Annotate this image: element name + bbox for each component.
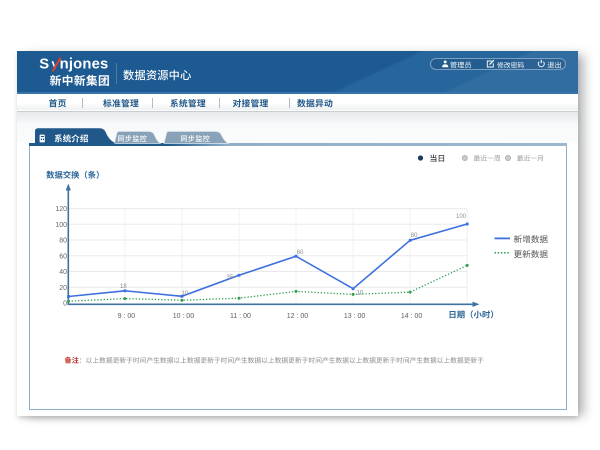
svg-text:14 : 00: 14 : 00 — [401, 313, 423, 320]
svg-text:0: 0 — [63, 301, 67, 308]
svg-text:10: 10 — [357, 291, 364, 297]
svg-text:120: 120 — [55, 206, 67, 213]
svg-text:9 : 00: 9 : 00 — [118, 313, 136, 320]
svg-text:njones: njones — [60, 57, 109, 73]
svg-text:100: 100 — [456, 214, 467, 220]
svg-text:80: 80 — [411, 233, 418, 239]
svg-text:10: 10 — [182, 291, 189, 297]
svg-text:S: S — [39, 57, 49, 73]
svg-text:10 : 00: 10 : 00 — [173, 313, 195, 320]
svg-text:80: 80 — [59, 238, 67, 245]
svg-text:35: 35 — [227, 275, 234, 281]
svg-text:13 : 00: 13 : 00 — [344, 313, 366, 320]
svg-text:12 : 00: 12 : 00 — [287, 313, 309, 320]
svg-text:60: 60 — [59, 253, 67, 260]
svg-text:18: 18 — [120, 284, 127, 290]
svg-text:100: 100 — [55, 222, 67, 229]
svg-text:11 : 00: 11 : 00 — [230, 313, 251, 320]
svg-text:60: 60 — [297, 250, 304, 256]
svg-text:40: 40 — [59, 269, 67, 276]
svg-text:20: 20 — [59, 285, 67, 292]
